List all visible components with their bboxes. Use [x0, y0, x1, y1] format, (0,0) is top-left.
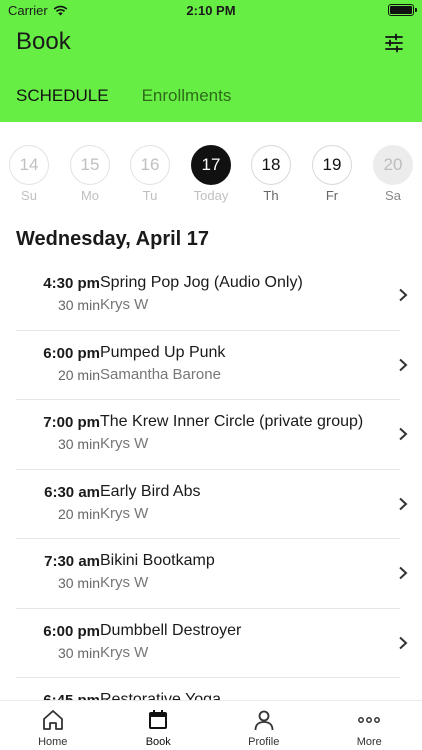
tab-more[interactable]: More [317, 701, 422, 750]
app-header: Carrier 2:10 PM Book SCHEDULE Enrollment… [0, 0, 422, 122]
class-time: 7:00 pm [43, 414, 100, 431]
class-duration: 30 min [57, 436, 100, 452]
class-row[interactable]: 7:00 pm 30 min The Krew Inner Circle (pr… [16, 400, 408, 470]
user-icon [254, 710, 274, 731]
class-time: 6:45 pm [43, 692, 100, 700]
day-label: Fr [325, 188, 339, 203]
class-time: 7:30 am [44, 553, 100, 570]
tab-book-label: Book [145, 736, 171, 748]
class-time: 6:00 pm [43, 344, 100, 362]
class-time: 4:30 pm [43, 275, 100, 292]
tab-home[interactable]: Home [0, 701, 106, 750]
class-name: Early Bird Abs [100, 482, 201, 500]
date-heading: Wednesday, April 17 [16, 228, 210, 250]
day-number: 17 [191, 145, 231, 185]
day-tuesday[interactable]: 16 Tu [130, 145, 170, 203]
day-number: 14 [9, 145, 49, 185]
day-number: 18 [251, 145, 291, 185]
day-today[interactable]: 17 Today [191, 145, 231, 203]
week-strip: 14 Su 15 Mo 16 Tu 17 Today 18 Th 19 Fr 2… [0, 140, 422, 210]
class-instructor: Krys W [100, 574, 149, 591]
day-label: Tu [142, 188, 158, 203]
class-duration: 30 min [57, 297, 100, 313]
clock: 2:10 PM [186, 3, 236, 18]
tab-more-label: More [356, 736, 382, 748]
tab-book[interactable]: Book [106, 701, 212, 750]
calendar-icon [149, 710, 168, 729]
status-bar: Carrier 2:10 PM [0, 0, 422, 20]
day-number: 20 [373, 145, 413, 185]
class-instructor: Samantha Barone [100, 365, 221, 383]
class-instructor: Krys W [100, 504, 149, 522]
class-name: Bikini Bootkamp [100, 552, 215, 569]
day-sunday[interactable]: 14 Su [9, 145, 49, 203]
day-friday[interactable]: 19 Fr [312, 145, 352, 203]
class-row[interactable]: 6:45 pm Restorative Yoga [16, 678, 400, 700]
day-label: Mo [80, 188, 100, 203]
chevron-right-icon [399, 358, 408, 371]
class-name: Pumped Up Punk [100, 343, 226, 361]
day-number: 15 [70, 145, 110, 185]
class-row[interactable]: 7:30 am 30 min Bikini Bootkamp Krys W [16, 539, 408, 609]
day-label: Sa [385, 188, 401, 203]
day-number: 16 [130, 145, 170, 185]
tab-profile[interactable]: Profile [211, 701, 317, 750]
class-time: 6:00 pm [43, 622, 100, 640]
tab-profile-label: Profile [248, 736, 280, 748]
chevron-right-icon [399, 497, 408, 510]
class-name: Spring Pop Jog (Audio Only) [100, 274, 303, 291]
day-saturday[interactable]: 20 Sa [373, 145, 413, 203]
tab-home-label: Home [38, 736, 68, 748]
class-instructor: Krys W [100, 296, 149, 313]
class-row[interactable]: 6:30 am 20 min Early Bird Abs Krys W [16, 470, 408, 539]
day-thursday[interactable]: 18 Th [251, 145, 291, 203]
class-row[interactable]: 4:30 pm 30 min Spring Pop Jog (Audio Onl… [16, 261, 408, 331]
class-time: 6:30 am [44, 483, 100, 501]
day-label: Th [263, 188, 279, 203]
filter-icon[interactable] [384, 33, 404, 53]
chevron-right-icon [399, 636, 408, 649]
page-title: Book [16, 28, 71, 55]
chevron-right-icon [399, 566, 408, 580]
chevron-right-icon [399, 288, 408, 302]
day-number: 19 [312, 145, 352, 185]
class-duration: 20 min [57, 366, 100, 383]
day-label: Su [21, 188, 37, 203]
top-tabs: SCHEDULE Enrollments [16, 86, 231, 106]
class-list: 4:30 pm 30 min Spring Pop Jog (Audio Onl… [0, 261, 422, 700]
class-name: Dumbbell Destroyer [100, 621, 242, 639]
tab-schedule[interactable]: SCHEDULE [16, 86, 109, 106]
day-monday[interactable]: 15 Mo [70, 145, 110, 203]
class-duration: 20 min [57, 505, 100, 522]
class-name: Restorative Yoga [100, 691, 221, 700]
class-duration: 30 min [57, 575, 100, 591]
class-instructor: Krys W [100, 435, 149, 452]
class-name: The Krew Inner Circle (private group) [100, 413, 364, 430]
day-label: Today [193, 188, 229, 203]
tab-enrollments[interactable]: Enrollments [142, 86, 232, 106]
more-icon [358, 717, 381, 723]
class-duration: 30 min [57, 644, 100, 661]
class-row[interactable]: 6:00 pm 30 min Dumbbell Destroyer Krys W [16, 609, 408, 678]
bottom-tab-bar: Home Book Profile More [0, 700, 422, 750]
home-icon [42, 710, 63, 730]
chevron-right-icon [399, 427, 408, 441]
battery-icon [388, 4, 417, 16]
class-row[interactable]: 6:00 pm 20 min Pumped Up Punk Samantha B… [16, 331, 408, 400]
class-instructor: Krys W [100, 643, 149, 661]
